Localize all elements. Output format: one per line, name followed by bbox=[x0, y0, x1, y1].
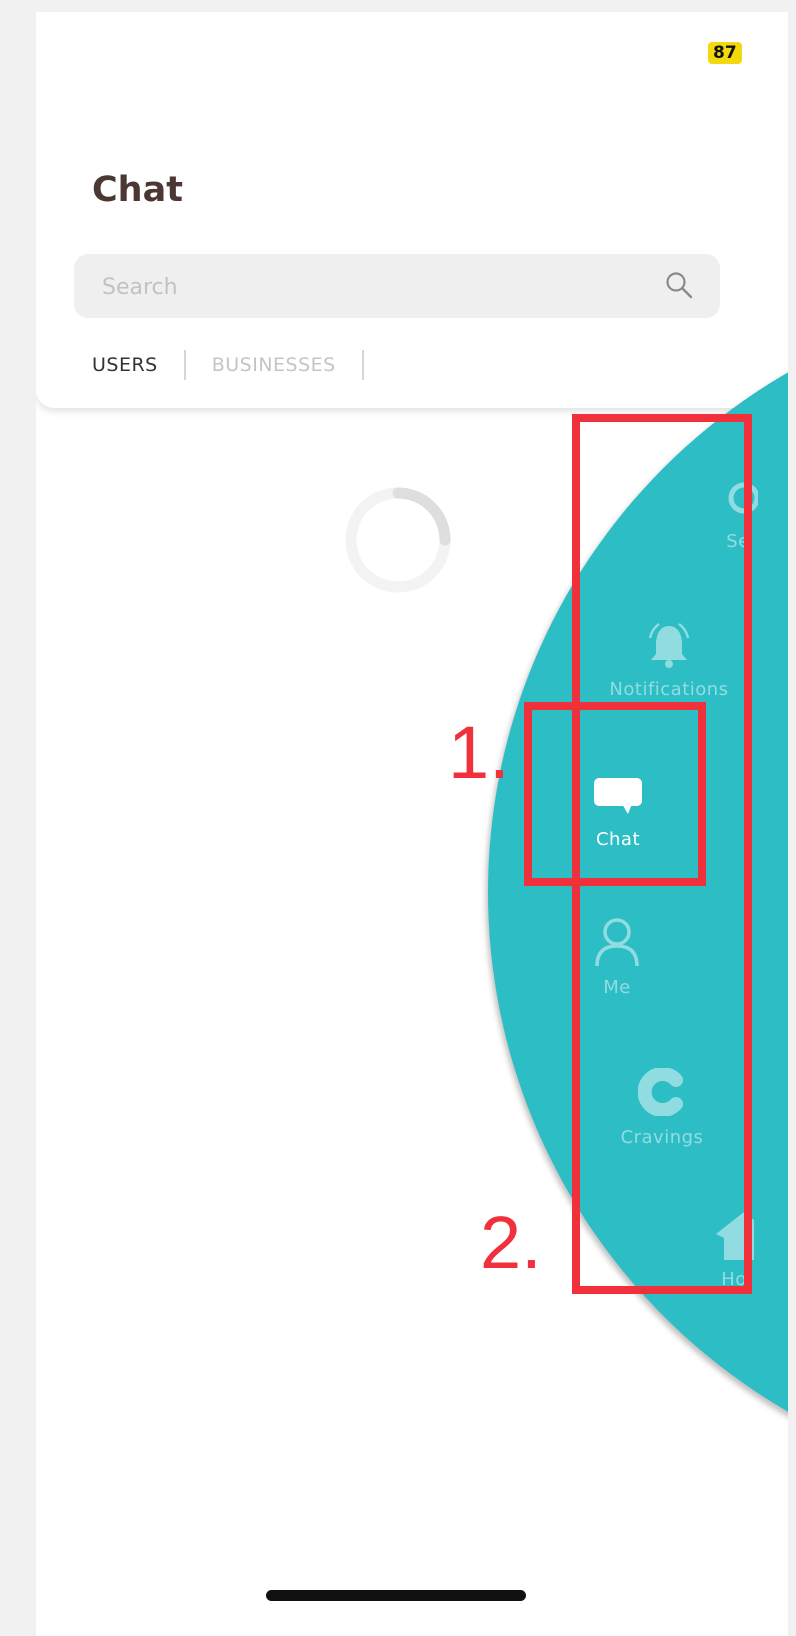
chat-tabs: USERS BUSINESSES bbox=[92, 350, 390, 380]
tab-divider bbox=[183, 350, 186, 380]
annotation-box-side-nav bbox=[572, 414, 752, 1294]
annotation-label-1: 1. bbox=[448, 711, 510, 794]
chat-header: 87 Chat USERS BUSINESSES bbox=[36, 12, 788, 408]
page-title: Chat bbox=[92, 170, 183, 210]
annotation-label-2: 2. bbox=[480, 1201, 542, 1284]
battery-indicator: 87 bbox=[708, 42, 742, 64]
loading-spinner bbox=[345, 487, 451, 593]
tab-users[interactable]: USERS bbox=[92, 354, 158, 376]
search-icon[interactable] bbox=[664, 270, 694, 300]
tab-divider bbox=[361, 350, 364, 380]
search-input[interactable] bbox=[100, 254, 624, 320]
home-indicator bbox=[266, 1590, 526, 1601]
search-bar[interactable] bbox=[74, 254, 720, 320]
tab-businesses[interactable]: BUSINESSES bbox=[212, 354, 336, 376]
